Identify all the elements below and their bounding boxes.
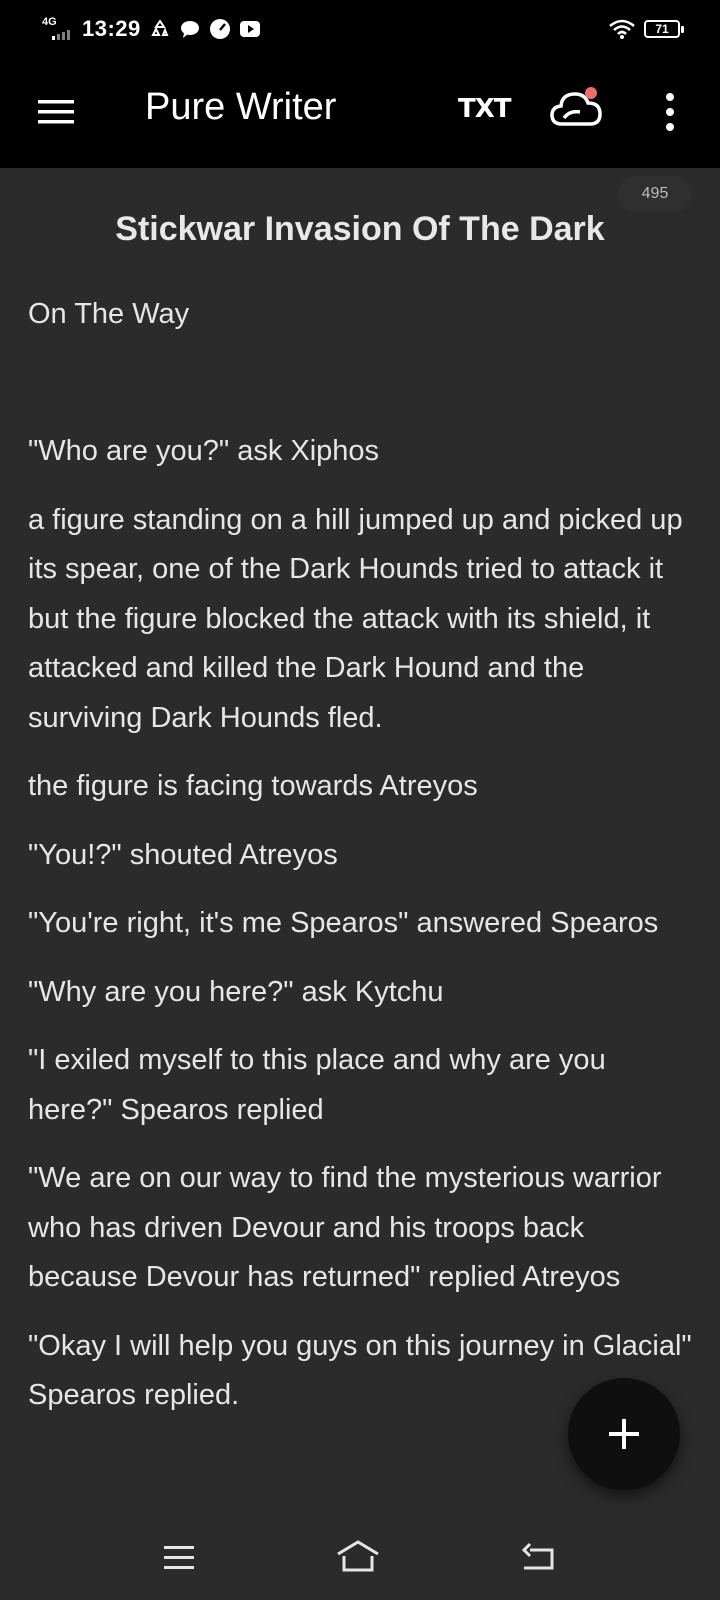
paragraph[interactable]: On The Way	[28, 290, 692, 340]
hamburger-menu-icon[interactable]	[36, 92, 76, 132]
recycle-icon	[149, 18, 171, 40]
app-toolbar: Pure Writer TXT	[0, 56, 720, 168]
battery-icon: 71	[644, 20, 684, 38]
wifi-icon	[608, 18, 636, 40]
recent-apps-icon[interactable]	[156, 1538, 204, 1578]
add-fab-button[interactable]	[568, 1378, 680, 1490]
notification-dot	[585, 87, 597, 99]
cellular-signal-icon: 4G	[40, 16, 74, 42]
back-icon[interactable]	[516, 1538, 564, 1578]
paragraph[interactable]: the figure is facing towards Atreyos	[28, 762, 692, 812]
chat-icon	[179, 18, 201, 40]
cloud-sync-icon[interactable]	[550, 84, 604, 134]
paragraph[interactable]: "Why are you here?" ask Kytchu	[28, 968, 692, 1018]
status-left: 4G 13:29	[40, 14, 261, 44]
system-nav-bar	[0, 1518, 720, 1600]
plus-icon	[609, 1419, 639, 1449]
more-vertical-icon[interactable]	[660, 92, 680, 132]
paragraph[interactable]: "I exiled myself to this place and why a…	[28, 1036, 692, 1135]
paragraph[interactable]: "Who are you?" ask Xiphos	[28, 427, 692, 477]
paragraph[interactable]: "You're right, it's me Spearos" answered…	[28, 899, 692, 949]
paragraph[interactable]: a figure standing on a hill jumped up an…	[28, 496, 692, 744]
paragraph[interactable]: "We are on our way to find the mysteriou…	[28, 1154, 692, 1303]
home-icon[interactable]	[334, 1538, 382, 1578]
txt-export-button[interactable]: TXT	[458, 94, 512, 124]
document-title[interactable]: Stickwar Invasion Of The Dark	[0, 210, 720, 249]
word-count-badge: 495	[618, 176, 692, 212]
status-right: 71	[608, 14, 684, 44]
app-title: Pure Writer	[145, 86, 337, 128]
play-icon	[239, 18, 261, 40]
network-type: 4G	[42, 16, 57, 28]
battery-level: 71	[655, 22, 669, 36]
status-time: 13:29	[82, 16, 141, 41]
document-body[interactable]: On The Way "Who are you?" ask Xiphos a f…	[28, 290, 692, 1440]
status-bar: 4G 13:29 71	[0, 0, 720, 56]
paragraph[interactable]: "You!?" shouted Atreyos	[28, 831, 692, 881]
speedometer-icon	[209, 18, 231, 40]
empty-paragraph[interactable]	[28, 359, 692, 409]
